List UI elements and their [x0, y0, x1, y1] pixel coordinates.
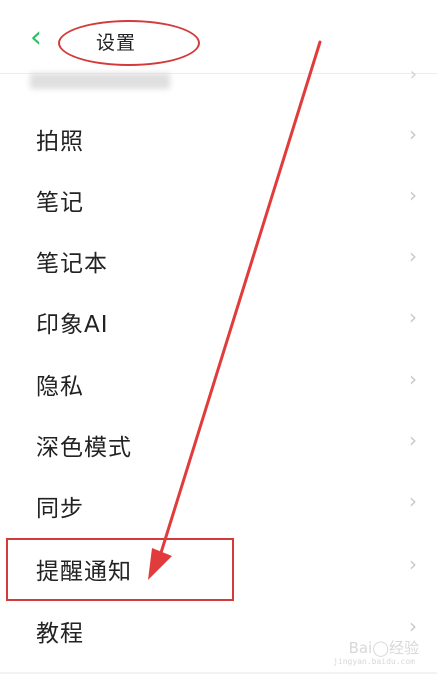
watermark-text: Bai◯经验	[348, 639, 419, 657]
annotation-arrow	[148, 40, 322, 580]
annotation-arrowhead	[148, 548, 172, 580]
annotation-arrow-shaft	[158, 40, 322, 558]
watermark-subtext: jingyan.baidu.com	[333, 657, 415, 666]
